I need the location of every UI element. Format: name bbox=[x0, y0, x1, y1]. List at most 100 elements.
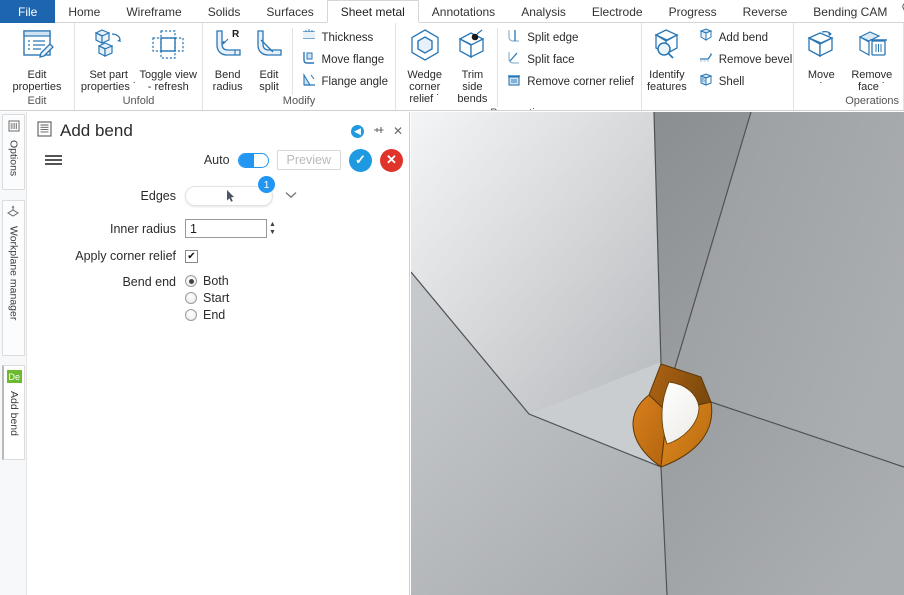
wedge-corner-relief-icon bbox=[406, 28, 444, 67]
edit-properties-icon bbox=[19, 28, 55, 67]
lightbulb-icon[interactable] bbox=[900, 2, 904, 21]
cancel-button[interactable]: ✕ bbox=[380, 149, 403, 172]
ribbon-group-preparation: Wedge corner relief ˙ Trim side bends bbox=[396, 23, 642, 110]
sidebar-item-workplane-manager[interactable]: Workplane manager bbox=[2, 200, 25, 356]
split-face-button[interactable]: Split face bbox=[506, 50, 634, 70]
trim-side-bends-button[interactable]: Trim side bends bbox=[449, 26, 495, 107]
bend-end-option-both-label: Both bbox=[203, 274, 229, 288]
identify-features-label: Identify features bbox=[647, 69, 687, 93]
confirm-button[interactable]: ✓ bbox=[349, 149, 372, 172]
ribbon-group-modify-title: Modify bbox=[203, 95, 395, 110]
apply-corner-relief-label: Apply corner relief bbox=[37, 249, 185, 263]
flange-angle-button[interactable]: Flange angle bbox=[301, 72, 389, 92]
collapse-left-icon[interactable]: ◀ bbox=[351, 125, 364, 138]
ribbon-tab-wireframe[interactable]: Wireframe bbox=[113, 0, 194, 23]
bend-radius-button[interactable]: R Bend radius bbox=[207, 26, 248, 95]
ribbon-tab-solids[interactable]: Solids bbox=[195, 0, 254, 23]
options-icon bbox=[8, 119, 20, 137]
move-label: Move ˙ bbox=[808, 69, 835, 93]
stepper-down-icon[interactable]: ▼ bbox=[269, 229, 276, 237]
preview-button[interactable]: Preview bbox=[277, 150, 341, 170]
split-face-label: Split face bbox=[527, 54, 574, 66]
remove-face-button[interactable]: Remove face ˙ bbox=[845, 26, 899, 95]
remove-corner-relief-button[interactable]: Remove corner relief bbox=[506, 72, 634, 92]
ribbon-toolbar: Edit properties Edit bbox=[0, 23, 904, 111]
ribbon-tab-sheet-metal[interactable]: Sheet metal bbox=[327, 0, 419, 23]
shell-label: Shell bbox=[719, 76, 745, 88]
ribbon-group-features-title bbox=[642, 95, 793, 110]
3d-viewport[interactable] bbox=[411, 112, 904, 595]
edit-properties-label: Edit properties bbox=[13, 69, 62, 93]
ribbon-tab-file[interactable]: File bbox=[0, 0, 55, 23]
de-green-icon: De bbox=[7, 370, 22, 388]
add-bend-icon bbox=[698, 28, 714, 48]
move-button[interactable]: Move ˙ bbox=[798, 26, 845, 95]
workplane-icon bbox=[7, 205, 20, 223]
apply-corner-relief-checkbox[interactable]: ✔ bbox=[185, 250, 198, 263]
auto-toggle[interactable] bbox=[238, 153, 269, 168]
shell-button[interactable]: 6 Shell bbox=[698, 72, 793, 92]
svg-text:6: 6 bbox=[702, 78, 705, 84]
split-edge-button[interactable]: Split edge bbox=[506, 28, 634, 48]
remove-face-label: Remove face ˙ bbox=[851, 69, 892, 93]
sidebar-item-add-bend[interactable]: De Add bend bbox=[2, 365, 25, 460]
bend-end-option-both[interactable]: Both bbox=[185, 274, 229, 288]
edges-label: Edges bbox=[37, 189, 185, 203]
remove-bevel-label: Remove bevel bbox=[719, 54, 793, 66]
remove-corner-relief-label: Remove corner relief bbox=[527, 76, 634, 88]
radio-both-indicator bbox=[185, 275, 197, 287]
split-edge-label: Split edge bbox=[527, 32, 578, 44]
ribbon-group-modify: R Bend radius Edit split bbox=[203, 23, 396, 110]
ribbon-group-features: Identify features Add bend bbox=[642, 23, 794, 110]
inner-radius-stepper[interactable]: ▲ ▼ bbox=[269, 221, 276, 237]
hamburger-menu-icon[interactable] bbox=[45, 155, 62, 165]
ribbon-tab-surfaces[interactable]: Surfaces bbox=[253, 0, 326, 23]
page-title: Add bend bbox=[60, 121, 133, 141]
trim-side-bends-label: Trim side bends bbox=[450, 69, 494, 105]
remove-face-icon bbox=[853, 28, 891, 67]
stepper-up-icon[interactable]: ▲ bbox=[269, 221, 276, 229]
inner-radius-input[interactable] bbox=[185, 219, 267, 238]
sidebar-item-add-bend-label: Add bend bbox=[8, 391, 20, 436]
toggle-view-refresh-button[interactable]: Toggle view - refresh bbox=[139, 26, 199, 95]
bend-end-option-end[interactable]: End bbox=[185, 308, 229, 322]
ribbon-tab-bending-cam[interactable]: Bending CAM bbox=[800, 0, 900, 23]
remove-bevel-button[interactable]: Remove bevel bbox=[698, 50, 793, 70]
tabbar-icon-group bbox=[900, 0, 904, 22]
application-window: File Home Wireframe Solids Surfaces Shee… bbox=[0, 0, 904, 595]
sidebar-item-options[interactable]: Options bbox=[2, 114, 25, 190]
sheet-metal-model bbox=[411, 112, 904, 595]
ribbon-tab-home[interactable]: Home bbox=[55, 0, 113, 23]
radio-start-indicator bbox=[185, 292, 197, 304]
move-flange-button[interactable]: Move flange bbox=[301, 50, 389, 70]
ribbon-tab-analysis[interactable]: Analysis bbox=[508, 0, 579, 23]
bend-end-option-start[interactable]: Start bbox=[185, 291, 229, 305]
set-part-properties-button[interactable]: Set part properties ˙ bbox=[79, 26, 139, 95]
close-icon[interactable]: ✕ bbox=[393, 125, 403, 137]
pin-icon[interactable] bbox=[373, 125, 384, 138]
wedge-corner-relief-button[interactable]: Wedge corner relief ˙ bbox=[400, 26, 449, 107]
set-part-properties-icon bbox=[90, 28, 128, 67]
add-bend-label: Add bend bbox=[719, 32, 768, 44]
ribbon-tab-reverse[interactable]: Reverse bbox=[730, 0, 801, 23]
identify-features-button[interactable]: Identify features bbox=[646, 26, 688, 95]
ribbon-tab-progress[interactable]: Progress bbox=[656, 0, 730, 23]
edit-split-icon bbox=[251, 28, 287, 67]
add-bend-button[interactable]: Add bend bbox=[698, 28, 793, 48]
edges-input[interactable]: 1 bbox=[185, 186, 273, 206]
edit-split-label: Edit split bbox=[259, 69, 279, 93]
chevron-down-icon[interactable] bbox=[285, 190, 297, 202]
auto-label: Auto bbox=[204, 153, 230, 167]
ribbon-tab-annotations[interactable]: Annotations bbox=[419, 0, 508, 23]
divider bbox=[292, 28, 293, 95]
ribbon-tab-electrode[interactable]: Electrode bbox=[579, 0, 656, 23]
panel-action-group: Auto Preview ✓ ✕ bbox=[204, 149, 403, 172]
shell-icon: 6 bbox=[698, 72, 714, 92]
toggle-view-refresh-label: Toggle view - refresh bbox=[140, 69, 197, 93]
inner-radius-label: Inner radius bbox=[37, 222, 185, 236]
edges-row: Edges 1 bbox=[37, 186, 399, 206]
edit-properties-button[interactable]: Edit properties bbox=[4, 26, 70, 95]
thickness-button[interactable]: Thickness bbox=[301, 28, 389, 48]
edit-split-button[interactable]: Edit split bbox=[248, 26, 289, 95]
bend-end-option-end-label: End bbox=[203, 308, 225, 322]
